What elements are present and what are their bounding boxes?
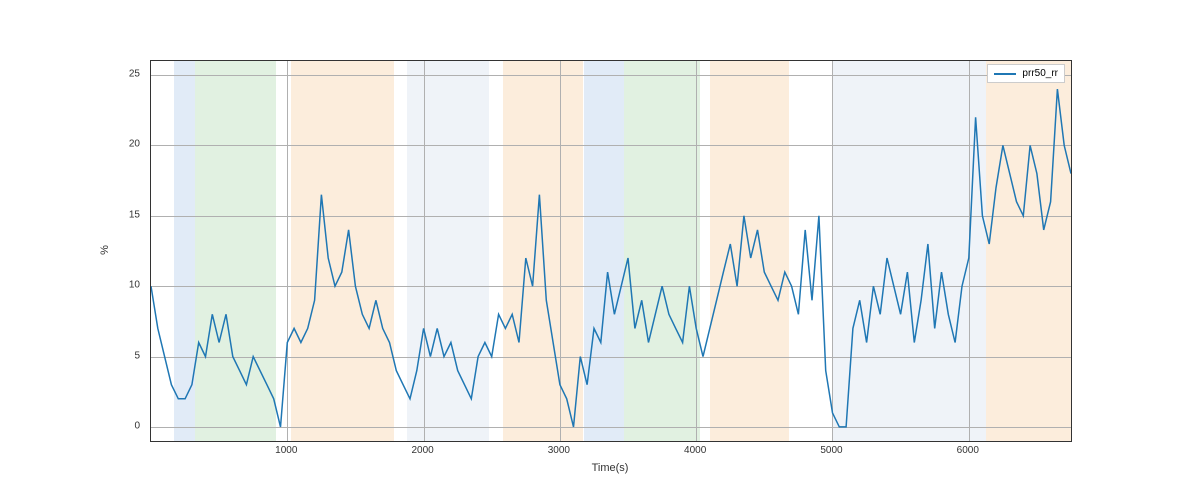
x-axis-label: Time(s) — [592, 462, 629, 474]
y-tick-label: 20 — [129, 139, 140, 150]
y-tick-label: 0 — [134, 420, 140, 431]
chart-container: 1000 2000 3000 4000 5000 6000 0 5 10 15 20 25 Time… — [0, 0, 1200, 500]
plot-area — [150, 60, 1072, 442]
x-tick-label: 5000 — [820, 445, 842, 456]
legend-line-icon — [994, 73, 1016, 75]
y-tick-label: 10 — [129, 280, 140, 291]
x-tick-label: 4000 — [684, 445, 706, 456]
line-path — [151, 89, 1071, 427]
y-axis-label: % — [99, 245, 111, 255]
x-tick-label: 1000 — [275, 445, 297, 456]
line-series — [151, 61, 1071, 441]
x-tick-label: 2000 — [411, 445, 433, 456]
x-tick-label: 6000 — [957, 445, 979, 456]
x-tick-label: 3000 — [548, 445, 570, 456]
legend: prr50_rr — [987, 64, 1065, 83]
y-tick-label: 25 — [129, 69, 140, 80]
y-tick-label: 5 — [134, 350, 140, 361]
legend-label: prr50_rr — [1022, 68, 1058, 79]
y-tick-label: 15 — [129, 209, 140, 220]
